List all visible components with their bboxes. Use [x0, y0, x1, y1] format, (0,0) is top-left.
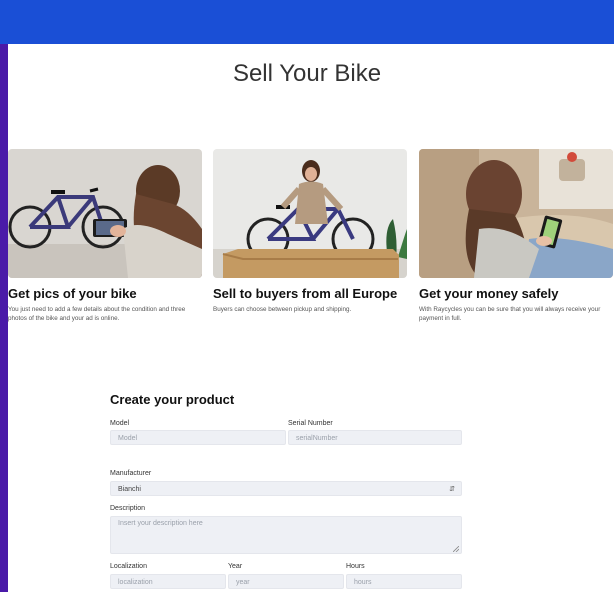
card-description: With Raycycles you can be sure that you … [419, 306, 601, 322]
manufacturer-selected-value: Bianchi [118, 486, 141, 493]
resize-grip-icon[interactable] [453, 546, 459, 552]
manufacturer-label: Manufacturer [110, 470, 152, 477]
page-title: Sell Your Bike [232, 60, 382, 87]
card-description: Buyers can choose between pickup and shi… [213, 306, 352, 313]
serial-number-input[interactable]: serialNumber [288, 430, 462, 445]
description-textarea[interactable]: Insert your description here [110, 516, 462, 554]
create-product-form: Create your product Model Model Serial N… [110, 392, 462, 589]
photo-woman-photographing-bike [8, 149, 202, 278]
feature-card-buyers: Sell to buyers from all Europe Buyers ca… [213, 149, 407, 314]
localization-input[interactable]: localization [110, 574, 226, 589]
photo-woman-using-phone [419, 149, 613, 278]
form-title: Create your product [110, 392, 235, 407]
description-placeholder: Insert your description here [118, 520, 203, 527]
feature-card-photos: Get pics of your bike You just need to a… [8, 149, 202, 323]
top-navigation-bar [0, 0, 614, 44]
year-input[interactable]: year [228, 574, 344, 589]
card-title: Get pics of your bike [8, 286, 137, 301]
feature-card-payment: Get your money safely With Raycycles you… [419, 149, 613, 323]
photo-woman-unboxing-bike [213, 149, 407, 278]
hours-input[interactable]: hours [346, 574, 462, 589]
serial-number-label: Serial Number [288, 420, 333, 427]
description-label: Description [110, 505, 146, 512]
card-title: Get your money safely [419, 286, 559, 301]
model-input[interactable]: Model [110, 430, 286, 445]
model-label: Model [110, 420, 130, 427]
manufacturer-select[interactable]: Bianchi ⇵ [110, 481, 462, 496]
year-label: Year [228, 563, 243, 570]
left-accent-bar [0, 0, 8, 592]
card-title: Sell to buyers from all Europe [213, 286, 398, 301]
card-description: You just need to add a few details about… [8, 306, 186, 322]
hours-label: Hours [346, 563, 365, 570]
localization-label: Localization [110, 563, 147, 570]
select-chevron-icon: ⇵ [449, 486, 455, 493]
